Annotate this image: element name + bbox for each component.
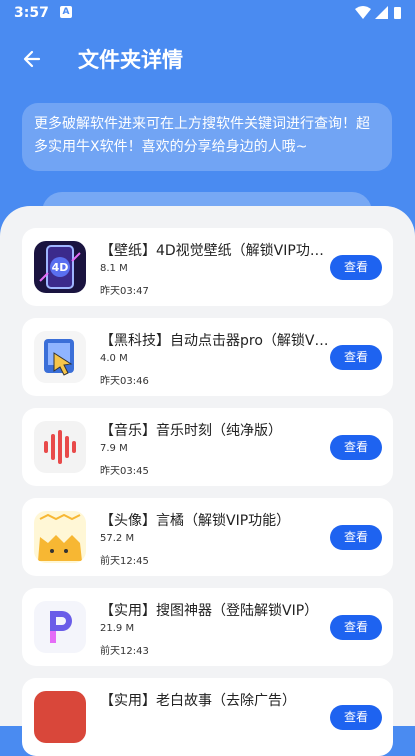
svg-text:4D: 4D xyxy=(52,261,69,274)
status-time: 3:57 xyxy=(14,5,49,21)
file-size: 57.2 M xyxy=(100,533,135,544)
view-button[interactable]: 查看 xyxy=(330,525,382,550)
app-name: 【壁纸】4D视觉壁纸（解锁VIP功能） xyxy=(100,243,332,259)
view-button[interactable]: 查看 xyxy=(330,435,382,460)
file-date: 前天12:45 xyxy=(100,556,149,567)
list-item[interactable]: 【头像】言橘（解锁VIP功能） 57.2 M 前天12:45 查看 xyxy=(22,498,393,576)
file-size: 7.9 M xyxy=(100,443,128,454)
list-item[interactable]: 【实用】搜图神器（登陆解锁VIP） 21.9 M 前天12:43 查看 xyxy=(22,588,393,666)
file-date: 昨天03:45 xyxy=(100,466,149,477)
file-size: 4.0 M xyxy=(100,353,128,364)
sound-wave-icon xyxy=(34,421,86,473)
list-item[interactable]: 【黑科技】自动点击器pro（解锁VIP） 4.0 M 昨天03:46 查看 xyxy=(22,318,393,396)
app-name: 【音乐】音乐时刻（纯净版） xyxy=(100,423,282,439)
file-size: 21.9 M xyxy=(100,623,135,634)
auto-clicker-icon xyxy=(34,331,86,383)
view-button[interactable]: 查看 xyxy=(330,345,382,370)
file-list-sheet: 4D 【壁纸】4D视觉壁纸（解锁VIP功能） 8.1 M 昨天03:47 查看 … xyxy=(0,206,415,756)
wifi-icon xyxy=(355,6,371,19)
status-bar: 3:57 A xyxy=(0,0,415,26)
signal-icon xyxy=(375,6,388,19)
view-button[interactable]: 查看 xyxy=(330,255,382,280)
list-item[interactable]: 【实用】老白故事（去除广告） 查看 xyxy=(22,678,393,756)
file-date: 前天12:43 xyxy=(100,646,149,657)
app-name: 【实用】老白故事（去除广告） xyxy=(100,693,296,709)
file-size: 8.1 M xyxy=(100,263,128,274)
app-name: 【实用】搜图神器（登陆解锁VIP） xyxy=(100,603,319,619)
file-date: 昨天03:47 xyxy=(100,286,149,297)
app-name: 【黑科技】自动点击器pro（解锁VIP） xyxy=(100,333,332,349)
list-item[interactable]: 4D 【壁纸】4D视觉壁纸（解锁VIP功能） 8.1 M 昨天03:47 查看 xyxy=(22,228,393,306)
view-button[interactable]: 查看 xyxy=(330,705,382,730)
app-name: 【头像】言橘（解锁VIP功能） xyxy=(100,513,291,529)
file-date: 昨天03:46 xyxy=(100,376,149,387)
battery-icon xyxy=(394,7,401,19)
story-icon xyxy=(34,691,86,743)
list-item[interactable]: 【音乐】音乐时刻（纯净版） 7.9 M 昨天03:45 查看 xyxy=(22,408,393,486)
notification-icon: A xyxy=(60,6,72,18)
cat-avatar-icon xyxy=(34,511,86,563)
status-icons xyxy=(355,6,401,19)
page-title: 文件夹详情 xyxy=(78,48,183,72)
back-arrow-icon[interactable] xyxy=(20,46,46,72)
app-bar: 文件夹详情 xyxy=(0,30,415,90)
view-button[interactable]: 查看 xyxy=(330,615,382,640)
notice-banner: 更多破解软件进来可在上方搜软件关键词进行查询！超多实用牛X软件！喜欢的分享给身边… xyxy=(22,103,392,171)
4d-wallpaper-icon: 4D xyxy=(34,241,86,293)
p-letter-icon xyxy=(34,601,86,653)
